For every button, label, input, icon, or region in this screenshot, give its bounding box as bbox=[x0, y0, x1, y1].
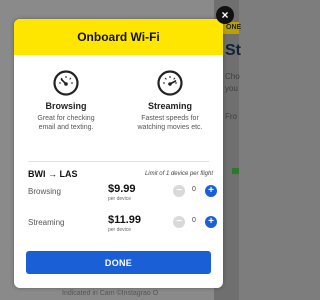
price-unit: per device bbox=[108, 227, 132, 233]
increment-button[interactable]: + bbox=[205, 216, 217, 228]
plan-description: Great for checking email and texting. bbox=[14, 114, 118, 132]
done-button[interactable]: DONE bbox=[26, 251, 211, 274]
plan-description-line: email and texting. bbox=[38, 124, 94, 131]
price: $9.99 bbox=[108, 183, 136, 195]
decrement-button[interactable]: − bbox=[173, 185, 185, 197]
close-icon[interactable]: × bbox=[216, 6, 234, 24]
price-row-browsing: Browsing $9.99 per device − 0 + bbox=[28, 183, 217, 205]
plan-streaming: Streaming Fastest speeds for watching mo… bbox=[118, 69, 222, 132]
modal-header: Onboard Wi-Fi bbox=[14, 19, 223, 55]
row-label: Streaming bbox=[28, 218, 65, 227]
increment-button[interactable]: + bbox=[205, 185, 217, 197]
plan-list: Browsing Great for checking email and te… bbox=[14, 69, 223, 132]
route-row: BWI → LAS Limit of 1 device per flight bbox=[28, 169, 213, 179]
price: $11.99 bbox=[108, 214, 142, 226]
background-text: ONE bbox=[226, 24, 242, 31]
background-text: Cho bbox=[225, 72, 240, 81]
plan-description-line: Great for checking bbox=[37, 115, 95, 122]
modal-title: Onboard Wi-Fi bbox=[77, 30, 160, 44]
background-green-block bbox=[232, 168, 239, 174]
background-heading: St bbox=[225, 42, 241, 59]
background-text: Fro bbox=[225, 112, 237, 121]
quantity-value: 0 bbox=[192, 217, 196, 224]
background-footer-text: Indicated in Cam ©Instagrao O bbox=[62, 290, 159, 297]
quantity-value: 0 bbox=[192, 186, 196, 193]
plan-browsing: Browsing Great for checking email and te… bbox=[14, 69, 118, 132]
flight-route: BWI → LAS bbox=[28, 169, 78, 179]
price-row-streaming: Streaming $11.99 per device − 0 + bbox=[28, 214, 217, 236]
background-text: you bbox=[225, 84, 238, 93]
plan-name: Browsing bbox=[45, 101, 87, 111]
plan-description-line: Fastest speeds for bbox=[141, 115, 199, 122]
row-label: Browsing bbox=[28, 187, 61, 196]
speedometer-low-icon bbox=[53, 70, 79, 96]
decrement-button[interactable]: − bbox=[173, 216, 185, 228]
device-limit-note: Limit of 1 device per flight bbox=[144, 171, 213, 177]
wifi-modal: Onboard Wi-Fi Browsing Great for checkin… bbox=[14, 19, 223, 288]
plan-name: Streaming bbox=[147, 101, 192, 111]
price-unit: per device bbox=[108, 196, 132, 202]
speedometer-high-icon bbox=[157, 70, 183, 96]
plan-description: Fastest speeds for watching movies etc. bbox=[118, 114, 222, 132]
divider bbox=[28, 161, 209, 162]
plan-description-line: watching movies etc. bbox=[137, 124, 203, 131]
